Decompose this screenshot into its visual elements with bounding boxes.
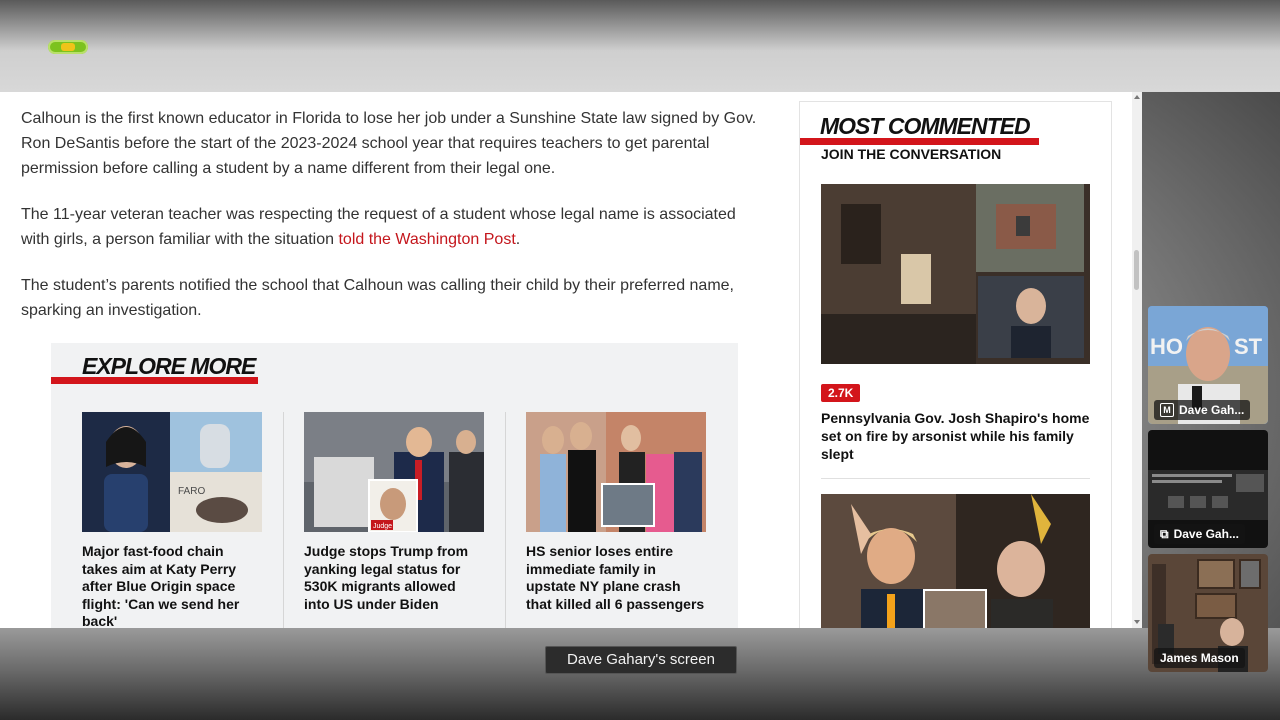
explore-card[interactable]: FARO Major fast-food chain takes aim at …	[82, 412, 263, 628]
article-paragraph: The 11-year veteran teacher was respecti…	[21, 202, 766, 252]
explore-more-section: EXPLORE MORE FARO Major fast-food chain …	[51, 343, 738, 628]
sidebar-divider	[821, 478, 1090, 479]
scroll-up-arrow-icon[interactable]	[1134, 95, 1140, 99]
trump-sanders-photo	[821, 494, 1090, 628]
family-photo	[526, 412, 706, 532]
card-image[interactable]: FARO	[82, 412, 262, 532]
card-image[interactable]	[526, 412, 706, 532]
shared-screen: Calhoun is the first known educator in F…	[0, 92, 1142, 628]
participant-name-tag: M Dave Gah...	[1154, 400, 1251, 420]
card-image[interactable]: Judge	[304, 412, 484, 532]
bottom-background	[0, 628, 1280, 720]
participant-name: Dave Gah...	[1179, 403, 1245, 417]
sidebar-story-image[interactable]	[821, 184, 1090, 364]
explore-card[interactable]: HS senior loses entire immediate family …	[526, 412, 707, 613]
svg-text:HO: HO	[1150, 334, 1183, 359]
participant-name: Dave Gah...	[1173, 527, 1239, 541]
washington-post-link[interactable]: told the Washington Post	[338, 231, 515, 248]
article-body: Calhoun is the first known educator in F…	[21, 106, 766, 344]
article-paragraph: The student’s parents notified the schoo…	[21, 277, 734, 319]
explore-more-title: EXPLORE MORE	[82, 353, 256, 379]
card-image-caption: Judge	[373, 523, 392, 530]
explore-title-underline	[51, 377, 258, 384]
card-headline[interactable]: Major fast-food chain takes aim at Katy …	[82, 543, 263, 628]
participant-tile[interactable]: James Mason	[1148, 554, 1268, 672]
participant-name-tag: ⧉ Dave Gah...	[1154, 524, 1245, 544]
participant-name: James Mason	[1160, 651, 1239, 665]
most-commented-subtitle: JOIN THE CONVERSATION	[821, 146, 1002, 162]
card-image-caption: FARO	[178, 486, 205, 497]
burned-residence-photo	[821, 184, 1090, 364]
top-background	[0, 0, 1280, 92]
participant-badge: M	[1160, 403, 1174, 417]
katy-perry-photo: FARO	[82, 412, 262, 532]
most-commented-sidebar: MOST COMMENTED JOIN THE CONVERSATION 2.7…	[799, 101, 1112, 628]
card-divider	[505, 412, 506, 628]
participant-tile[interactable]: ⧉ Dave Gah...	[1148, 430, 1268, 548]
most-commented-title: MOST COMMENTED	[820, 113, 1031, 139]
trump-vance-photo: Judge	[304, 412, 484, 532]
card-headline[interactable]: Judge stops Trump from yanking legal sta…	[304, 543, 485, 613]
participant-name-tag: James Mason	[1154, 648, 1245, 668]
vertical-scrollbar[interactable]	[1132, 92, 1142, 628]
screen-share-label: Dave Gahary's screen	[545, 646, 737, 674]
sidebar-story-image[interactable]	[821, 494, 1090, 628]
app-logo-icon	[48, 40, 88, 54]
screen-share-icon: ⧉	[1160, 527, 1169, 541]
card-headline[interactable]: HS senior loses entire immediate family …	[526, 543, 707, 613]
article-paragraph: Calhoun is the first known educator in F…	[21, 110, 757, 177]
comment-count-badge: 2.7K	[821, 384, 861, 402]
sidebar-story-headline[interactable]: Pennsylvania Gov. Josh Shapiro's home se…	[821, 409, 1096, 463]
participant-tile[interactable]: HO ST M Dave Gah...	[1148, 306, 1268, 424]
svg-text:ST: ST	[1234, 334, 1263, 359]
explore-card[interactable]: Judge Judge stops Trump from yanking leg…	[304, 412, 485, 613]
paragraph-text: .	[515, 231, 521, 248]
card-divider	[283, 412, 284, 628]
scroll-down-arrow-icon[interactable]	[1134, 620, 1140, 624]
scroll-thumb[interactable]	[1134, 250, 1139, 290]
